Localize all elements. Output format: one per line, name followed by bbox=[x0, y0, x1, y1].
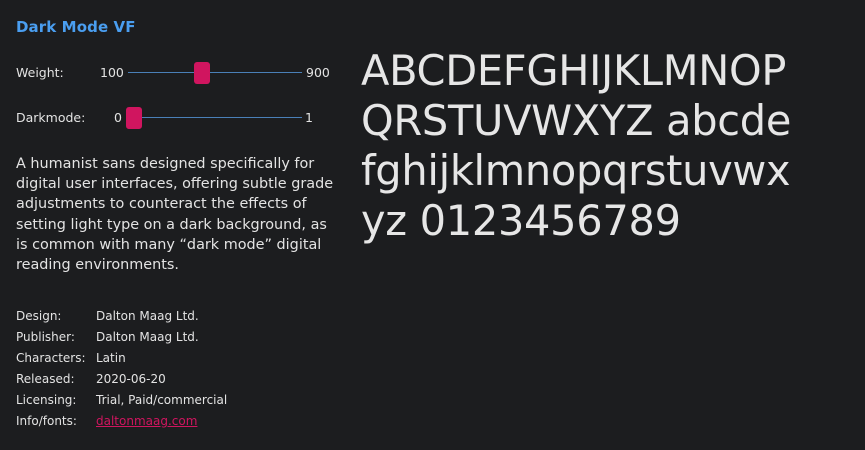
meta-row-design: Design: Dalton Maag Ltd. bbox=[16, 307, 336, 328]
weight-slider-track[interactable] bbox=[128, 72, 302, 73]
darkmode-max-value: 1 bbox=[305, 110, 313, 125]
meta-value: Dalton Maag Ltd. bbox=[96, 330, 199, 344]
meta-value: Dalton Maag Ltd. bbox=[96, 309, 199, 323]
darkmode-label: Darkmode: bbox=[16, 110, 86, 125]
info-link[interactable]: daltonmaag.com bbox=[96, 414, 197, 428]
specimen-line: yz 0123456789 bbox=[361, 196, 681, 245]
specimen-line: QRSTUVWXYZ abcde bbox=[361, 96, 792, 145]
meta-value: 2020-06-20 bbox=[96, 372, 166, 386]
weight-max-value: 900 bbox=[306, 65, 330, 80]
font-title: Dark Mode VF bbox=[16, 18, 136, 36]
meta-key: Licensing: bbox=[16, 393, 77, 407]
meta-key: Design: bbox=[16, 309, 62, 323]
meta-row-licensing: Licensing: Trial, Paid/commercial bbox=[16, 391, 336, 412]
font-metadata: Design: Dalton Maag Ltd. Publisher: Dalt… bbox=[16, 307, 336, 433]
meta-key: Info/fonts: bbox=[16, 414, 77, 428]
meta-row-publisher: Publisher: Dalton Maag Ltd. bbox=[16, 328, 336, 349]
specimen-line: ABCDEFGHIJKLMNOP bbox=[361, 46, 787, 95]
meta-value: Latin bbox=[96, 351, 126, 365]
darkmode-min-value: 0 bbox=[114, 110, 122, 125]
meta-value: Trial, Paid/commercial bbox=[96, 393, 228, 407]
weight-label: Weight: bbox=[16, 65, 64, 80]
weight-slider-thumb[interactable] bbox=[194, 62, 211, 84]
darkmode-slider-track[interactable] bbox=[128, 117, 302, 118]
meta-row-released: Released: 2020-06-20 bbox=[16, 370, 336, 391]
font-card: Dark Mode VF Weight: 100 900 Darkmode: 0… bbox=[0, 0, 865, 450]
meta-key: Released: bbox=[16, 372, 75, 386]
meta-key: Publisher: bbox=[16, 330, 75, 344]
darkmode-slider-row: Darkmode: 0 1 bbox=[16, 106, 336, 130]
specimen-line: fghijklmnopqrstuvwx bbox=[361, 146, 791, 195]
meta-row-characters: Characters: Latin bbox=[16, 349, 336, 370]
weight-slider-row: Weight: 100 900 bbox=[16, 61, 336, 85]
glyph-specimen: ABCDEFGHIJKLMNOP QRSTUVWXYZ abcde fghijk… bbox=[361, 46, 861, 246]
meta-key: Characters: bbox=[16, 351, 86, 365]
font-description: A humanist sans designed specifically fo… bbox=[16, 156, 334, 274]
darkmode-slider-thumb[interactable] bbox=[126, 107, 142, 129]
meta-row-info: Info/fonts: daltonmaag.com bbox=[16, 412, 336, 433]
weight-min-value: 100 bbox=[100, 65, 124, 80]
